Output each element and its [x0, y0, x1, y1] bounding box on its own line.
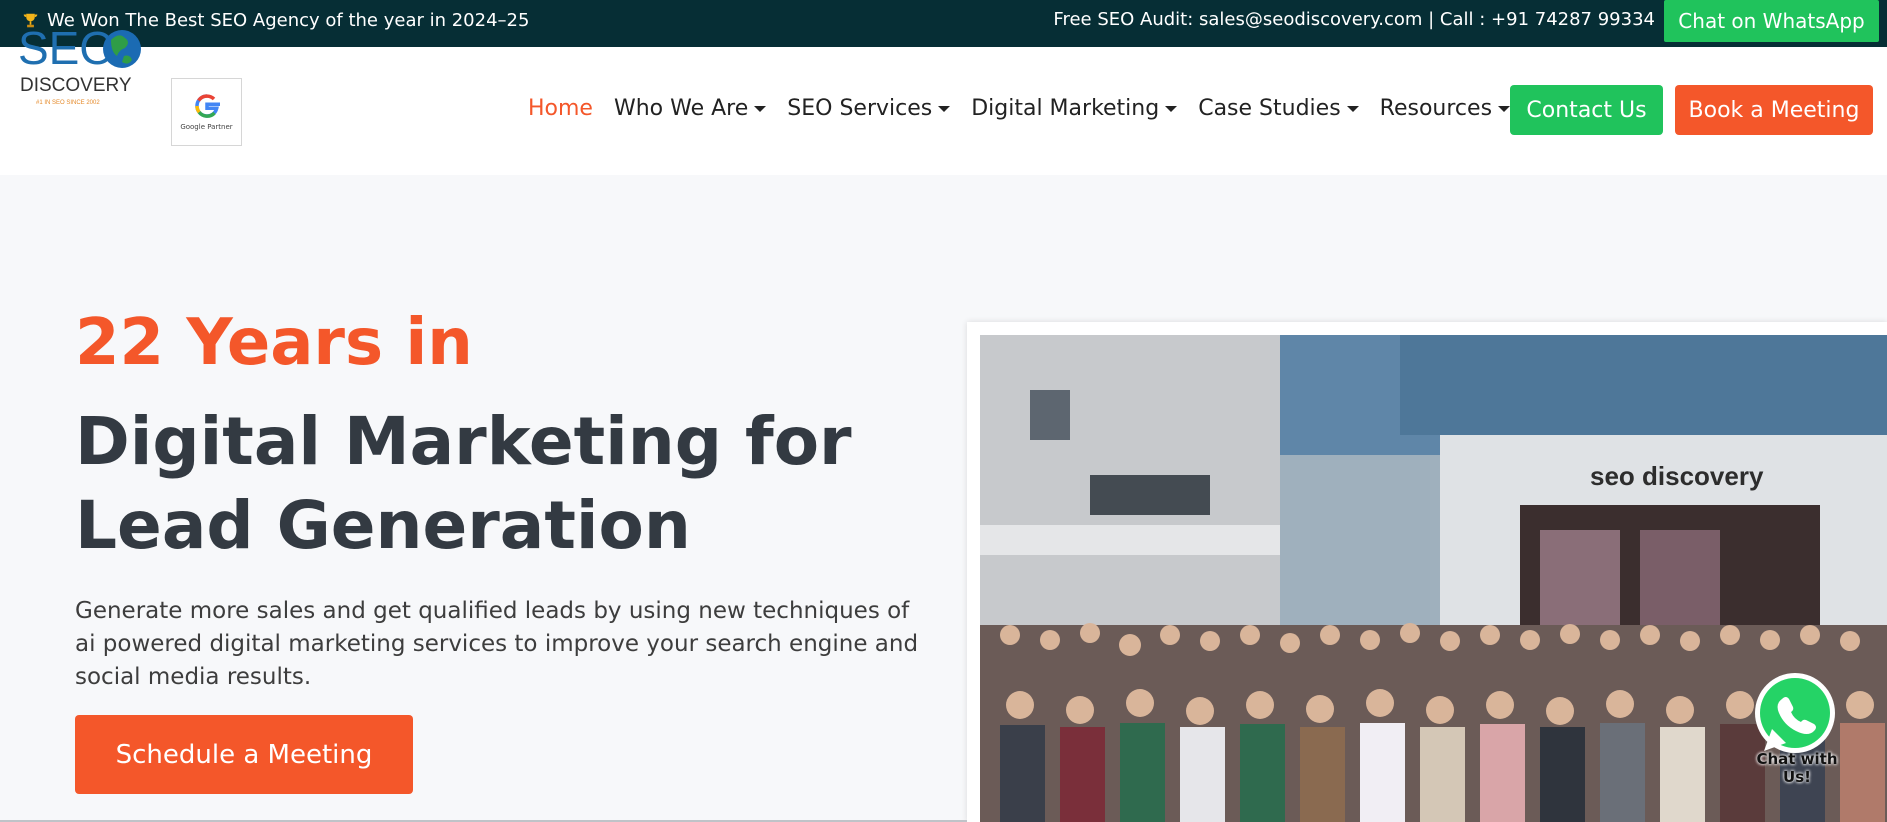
google-partner-badge: Google Partner	[171, 78, 242, 146]
google-partner-label: Google Partner	[180, 123, 233, 131]
office-sign: seo discovery	[1590, 461, 1764, 491]
main-navigation: Home Who We Are SEO Services Digital Mar…	[528, 96, 1531, 121]
chat-with-us-label[interactable]: Chat with Us!	[1742, 750, 1852, 786]
nav-case-studies-label: Case Studies	[1198, 96, 1341, 121]
contact-us-button[interactable]: Contact Us	[1510, 85, 1663, 135]
caret-down-icon	[1165, 105, 1178, 112]
nav-seo-services[interactable]: SEO Services	[787, 96, 951, 121]
nav-resources-label: Resources	[1379, 96, 1493, 121]
book-a-meeting-button[interactable]: Book a Meeting	[1675, 85, 1873, 135]
chat-on-whatsapp-button[interactable]: Chat on WhatsApp	[1664, 0, 1879, 42]
nav-digital-marketing-label: Digital Marketing	[971, 96, 1160, 121]
hero-description: Generate more sales and get qualified le…	[75, 598, 919, 690]
logo-seo-text: SEO	[18, 22, 115, 74]
nav-home[interactable]: Home	[528, 96, 593, 121]
seo-discovery-logo[interactable]: SEO DISCOVERY #1 IN SEO SINCE 2002	[18, 20, 143, 108]
nav-home-label: Home	[528, 96, 593, 121]
schedule-meeting-button[interactable]: Schedule a Meeting	[75, 715, 413, 794]
nav-seo-services-label: SEO Services	[787, 96, 933, 121]
caret-down-icon	[938, 105, 951, 112]
hero-kicker: 22 Years in	[75, 306, 473, 380]
logo-discovery-text: DISCOVERY	[20, 75, 132, 96]
nav-digital-marketing[interactable]: Digital Marketing	[971, 96, 1178, 121]
logo-tagline: #1 IN SEO SINCE 2002	[36, 100, 100, 106]
nav-who-we-are-label: Who We Are	[613, 96, 749, 121]
google-g-icon	[195, 94, 220, 118]
nav-who-we-are[interactable]: Who We Are	[613, 96, 767, 121]
caret-down-icon	[754, 105, 767, 112]
caret-down-icon	[1498, 105, 1511, 112]
caret-down-icon	[1346, 105, 1359, 112]
hero-title: Digital Marketing for Lead Generation	[75, 403, 852, 564]
nav-case-studies[interactable]: Case Studies	[1198, 96, 1359, 121]
nav-resources[interactable]: Resources	[1379, 96, 1511, 121]
contact-info[interactable]: Free SEO Audit: sales@seodiscovery.com |…	[1053, 9, 1655, 30]
top-announcement-bar: We Won The Best SEO Agency of the year i…	[0, 0, 1887, 47]
